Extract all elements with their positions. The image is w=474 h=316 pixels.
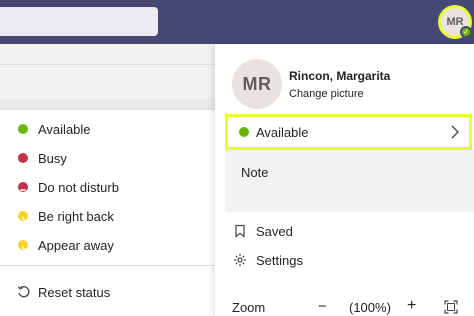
profile-panel: MR Rincon, Margarita Change picture Avai… — [215, 44, 474, 316]
status-option-busy[interactable]: Busy — [0, 144, 225, 172]
reset-status-label: Reset status — [38, 284, 111, 300]
appear-away-icon — [18, 240, 28, 250]
current-status-label: Available — [256, 124, 309, 140]
search-input[interactable] — [0, 7, 158, 36]
busy-dot-icon — [18, 153, 28, 163]
background-content — [0, 44, 215, 99]
status-option-do-not-disturb[interactable]: Do not disturb — [0, 173, 225, 201]
settings-label: Settings — [256, 252, 303, 268]
menu-divider — [0, 265, 225, 266]
status-option-label: Busy — [38, 150, 67, 166]
profile-avatar[interactable]: MR — [232, 59, 282, 109]
profile-avatar-button[interactable]: MR ✓ — [438, 5, 472, 39]
saved-button[interactable]: Saved — [233, 220, 293, 242]
saved-label: Saved — [256, 223, 293, 239]
status-note-field[interactable]: Note — [225, 150, 474, 212]
status-option-label: Be right back — [38, 208, 114, 224]
status-check-icon: ✓ — [460, 26, 472, 38]
settings-button[interactable]: Settings — [233, 249, 303, 271]
zoom-controls: Zoom − (100%) + — [232, 297, 472, 316]
note-label: Note — [241, 165, 269, 180]
change-picture-link[interactable]: Change picture — [289, 88, 364, 100]
available-dot-icon — [239, 127, 249, 137]
divider — [0, 64, 215, 65]
zoom-level: (100%) — [349, 300, 391, 315]
profile-name: Rincon, Margarita — [289, 69, 391, 83]
zoom-label: Zoom — [232, 300, 266, 315]
status-option-label: Appear away — [38, 237, 114, 253]
available-dot-icon — [18, 124, 28, 134]
reset-icon — [17, 286, 30, 298]
status-option-be-right-back[interactable]: Be right back — [0, 202, 225, 230]
fullscreen-icon[interactable] — [444, 300, 458, 314]
status-option-appear-away[interactable]: Appear away — [0, 231, 225, 259]
reset-status-button[interactable]: Reset status — [0, 278, 225, 306]
gear-icon — [234, 254, 246, 266]
status-option-label: Available — [38, 121, 91, 137]
status-option-label: Do not disturb — [38, 179, 119, 195]
be-right-back-icon — [18, 211, 28, 221]
app-title-bar: MR ✓ — [0, 0, 474, 44]
status-option-available[interactable]: Available — [0, 115, 225, 143]
zoom-in-button[interactable]: + — [407, 297, 416, 315]
status-submenu: Available Busy Do not disturb Be right b… — [0, 110, 225, 316]
do-not-disturb-icon — [18, 182, 28, 192]
zoom-out-button[interactable]: − — [318, 298, 327, 315]
bookmark-icon — [235, 224, 245, 238]
current-status-button[interactable]: Available — [225, 114, 472, 150]
chevron-right-icon — [451, 125, 459, 139]
